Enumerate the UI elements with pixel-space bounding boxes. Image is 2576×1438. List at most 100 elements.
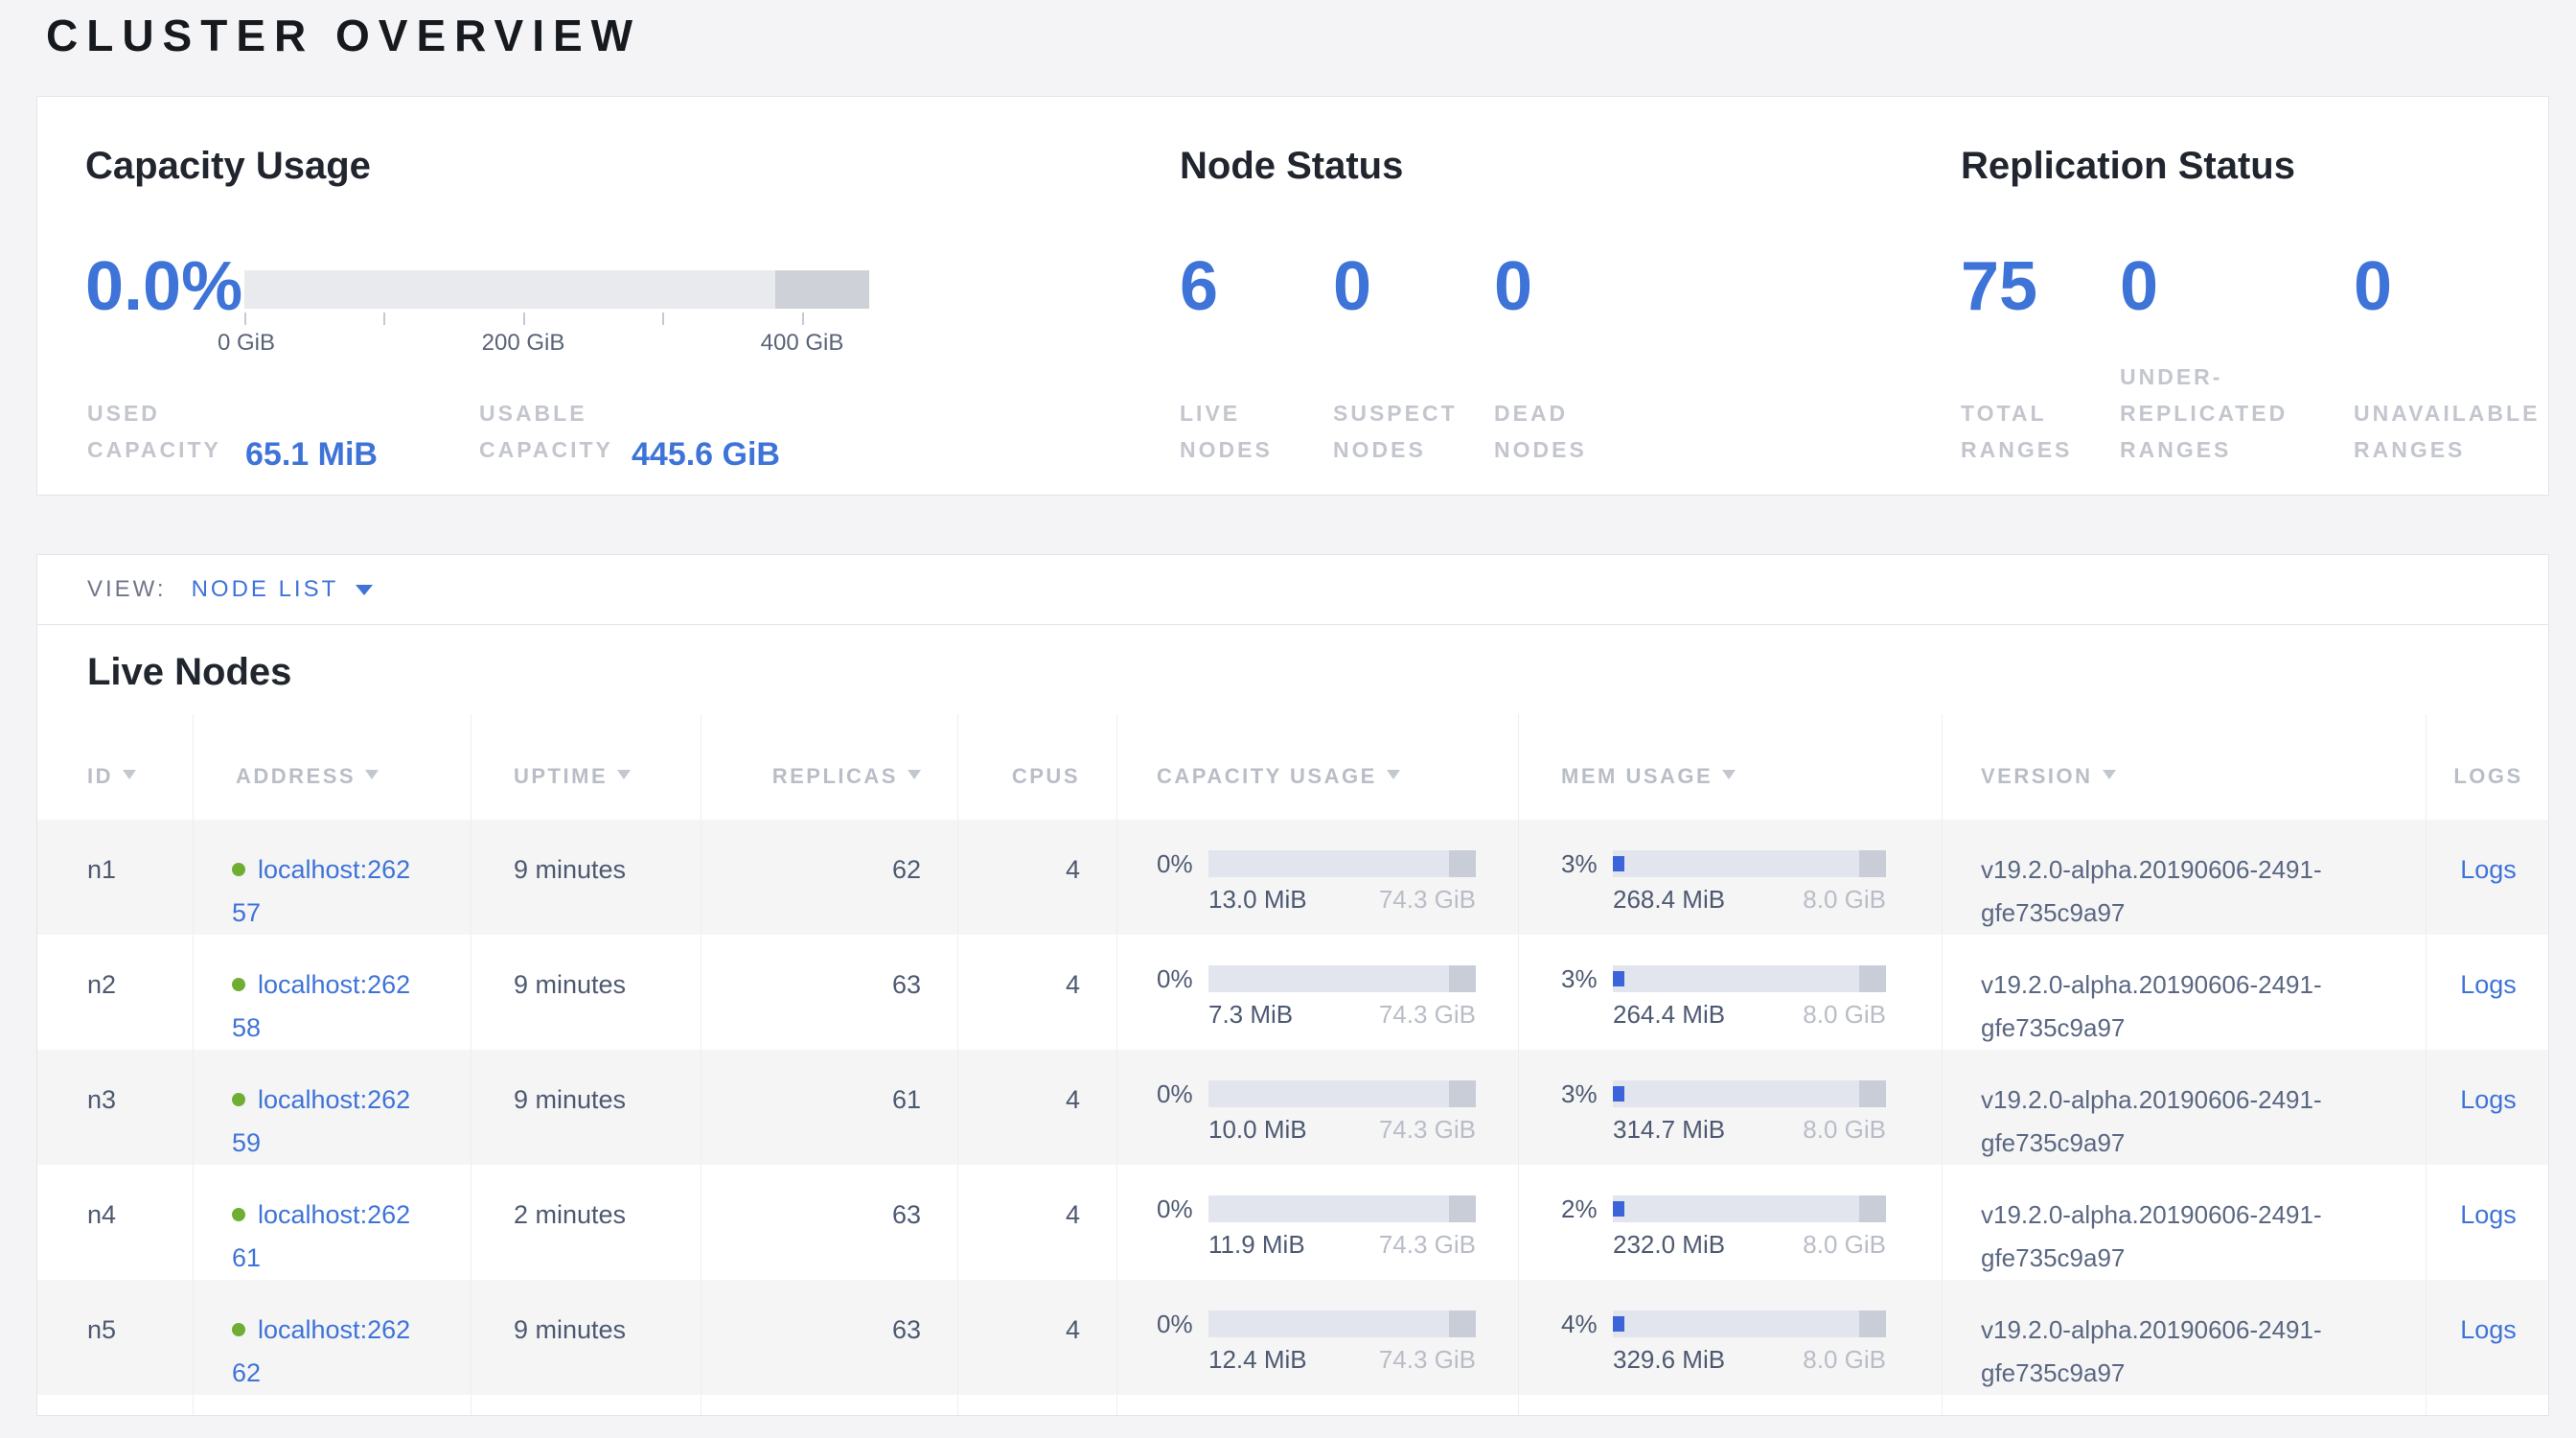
live-status-dot-icon bbox=[232, 1208, 245, 1221]
view-dropdown[interactable]: NODE LIST bbox=[192, 576, 374, 603]
column-header-id[interactable]: ID bbox=[37, 714, 193, 820]
replicas-cell: 61 bbox=[701, 1050, 957, 1165]
node-address-link[interactable]: localhost:26259 bbox=[232, 1085, 410, 1157]
capacity-usage-panel: Capacity Usage 0.0% 0 GiB 200 GiB 400 Gi… bbox=[85, 97, 1130, 495]
mem-usage-cell: 3% 264.4 MiB 8.0 GiB bbox=[1518, 935, 1942, 1050]
version-cell: v19.2.0-alpha.20190606-2491-gfe735c9a97 bbox=[1942, 1050, 2426, 1165]
mem-usage-fill bbox=[1613, 1086, 1624, 1102]
node-id-cell: n5 bbox=[37, 1280, 193, 1395]
capacity-usage-meter: 0%13.0 MiB74.3 GiB bbox=[1157, 850, 1476, 914]
total-ranges-count: 75 bbox=[1961, 250, 2037, 323]
version-value: v19.2.0-alpha.20190606-2491-gfe735c9a97 bbox=[1981, 1200, 2322, 1272]
node-status-title: Node Status bbox=[1180, 145, 1403, 187]
unavailable-ranges-count: 0 bbox=[2354, 250, 2392, 323]
usable-capacity-value: 445.6 GiB bbox=[632, 436, 780, 474]
logs-link[interactable]: Logs bbox=[2460, 1200, 2517, 1229]
uptime-cell: 9 minutes bbox=[471, 1280, 701, 1395]
node-address-link[interactable]: localhost:26258 bbox=[232, 970, 410, 1042]
node-id-cell: n4 bbox=[37, 1165, 193, 1280]
mem-usage-fill bbox=[1613, 971, 1624, 986]
mem-usage-total-value: 8.0 GiB bbox=[1803, 1000, 1886, 1029]
mem-usage-percent: 3% bbox=[1561, 965, 1605, 992]
capacity-usage-meter: 0%12.4 MiB74.3 GiB bbox=[1157, 1310, 1476, 1374]
table-row-partial bbox=[37, 1395, 2548, 1416]
mem-usage-used-value: 329.6 MiB bbox=[1613, 1345, 1725, 1374]
logs-link[interactable]: Logs bbox=[2460, 855, 2517, 884]
uptime-cell: 9 minutes bbox=[471, 1050, 701, 1165]
mem-usage-total-value: 8.0 GiB bbox=[1803, 1230, 1886, 1259]
live-nodes-table: ID ADDRESS UPTIME REPLICAS CPUS CAPACITY… bbox=[37, 714, 2548, 1416]
logs-cell: Logs bbox=[2426, 820, 2549, 935]
column-header-mem-usage[interactable]: MEM USAGE bbox=[1518, 714, 1942, 820]
logs-link[interactable]: Logs bbox=[2460, 1315, 2517, 1344]
node-id: n5 bbox=[87, 1315, 116, 1344]
replicas-value: 63 bbox=[892, 970, 921, 999]
node-address-cell: localhost:26259 bbox=[193, 1050, 471, 1165]
mem-usage-meter: 3%314.7 MiB8.0 GiB bbox=[1561, 1080, 1886, 1144]
mem-usage-used-value: 232.0 MiB bbox=[1613, 1230, 1725, 1259]
cluster-overview-page: CLUSTER OVERVIEW Capacity Usage 0.0% 0 G… bbox=[0, 0, 2576, 1438]
capacity-percent: 0.0% bbox=[85, 250, 242, 323]
capacity-usage-used-value: 11.9 MiB bbox=[1208, 1230, 1305, 1259]
uptime-value: 9 minutes bbox=[514, 1085, 626, 1114]
mem-usage-used-value: 264.4 MiB bbox=[1613, 1000, 1725, 1029]
cpus-value: 4 bbox=[1066, 1085, 1080, 1114]
column-header-replicas[interactable]: REPLICAS bbox=[701, 714, 957, 820]
logs-link[interactable]: Logs bbox=[2460, 970, 2517, 999]
version-value: v19.2.0-alpha.20190606-2491-gfe735c9a97 bbox=[1981, 1315, 2322, 1387]
mem-usage-used-value: 314.7 MiB bbox=[1613, 1115, 1725, 1144]
capacity-usage-percent: 0% bbox=[1157, 1195, 1201, 1222]
tick-label-0gib: 0 GiB bbox=[218, 330, 275, 357]
mem-usage-reserved-segment bbox=[1859, 965, 1886, 992]
column-header-uptime[interactable]: UPTIME bbox=[471, 714, 701, 820]
replicas-cell: 63 bbox=[701, 1280, 957, 1395]
node-id: n4 bbox=[87, 1200, 116, 1229]
logs-link[interactable]: Logs bbox=[2460, 1085, 2517, 1114]
cpus-cell: 4 bbox=[957, 1165, 1116, 1280]
uptime-value: 9 minutes bbox=[514, 1315, 626, 1344]
uptime-cell: 9 minutes bbox=[471, 820, 701, 935]
capacity-usage-used-value: 13.0 MiB bbox=[1208, 885, 1307, 914]
cpus-value: 4 bbox=[1066, 1315, 1080, 1344]
capacity-usage-used-value: 10.0 MiB bbox=[1208, 1115, 1307, 1144]
capacity-usage-reserved-segment bbox=[1449, 850, 1476, 877]
uptime-value: 9 minutes bbox=[514, 970, 626, 999]
column-header-address[interactable]: ADDRESS bbox=[193, 714, 471, 820]
capacity-usage-meter: 0%11.9 MiB74.3 GiB bbox=[1157, 1195, 1476, 1259]
mem-usage-bar bbox=[1613, 965, 1886, 992]
mem-usage-total-value: 8.0 GiB bbox=[1803, 885, 1886, 914]
node-address-link[interactable]: localhost:26257 bbox=[232, 855, 410, 927]
replicas-value: 63 bbox=[892, 1315, 921, 1344]
column-header-version[interactable]: VERSION bbox=[1942, 714, 2426, 820]
usable-capacity-label: USABLE CAPACITY bbox=[479, 395, 613, 468]
cpus-cell: 4 bbox=[957, 935, 1116, 1050]
suspect-nodes-label: SUSPECT NODES bbox=[1333, 395, 1458, 468]
dead-nodes-label: DEAD NODES bbox=[1494, 395, 1587, 468]
mem-usage-meter: 2% 232.0 MiB 8.0 GiB bbox=[1561, 1195, 1886, 1259]
table-row: n1localhost:262579 minutes6240%13.0 MiB7… bbox=[37, 820, 2548, 935]
view-label: VIEW: bbox=[87, 576, 167, 603]
capacity-usage-percent: 0% bbox=[1157, 1310, 1201, 1337]
node-id-cell: n1 bbox=[37, 820, 193, 935]
capacity-usage-total-value: 74.3 GiB bbox=[1379, 1115, 1476, 1144]
node-address-link[interactable]: localhost:26261 bbox=[232, 1200, 410, 1272]
capacity-usage-title: Capacity Usage bbox=[85, 145, 371, 187]
uptime-cell: 9 minutes bbox=[471, 935, 701, 1050]
live-status-dot-icon bbox=[232, 978, 245, 991]
capacity-usage-percent: 0% bbox=[1157, 965, 1201, 992]
sort-arrow-icon bbox=[1387, 770, 1400, 779]
version-cell: v19.2.0-alpha.20190606-2491-gfe735c9a97 bbox=[1942, 1280, 2426, 1395]
mem-usage-fill bbox=[1613, 1201, 1624, 1217]
total-ranges-label: TOTAL RANGES bbox=[1961, 395, 2072, 468]
cpus-cell: 4 bbox=[957, 820, 1116, 935]
used-capacity-value: 65.1 MiB bbox=[245, 436, 378, 474]
unavailable-ranges-label: UNAVAILABLE RANGES bbox=[2354, 395, 2540, 468]
column-header-capacity-usage[interactable]: CAPACITY USAGE bbox=[1116, 714, 1518, 820]
mem-usage-fill bbox=[1613, 856, 1624, 871]
sort-arrow-icon bbox=[2103, 770, 2116, 779]
mem-usage-percent: 2% bbox=[1561, 1195, 1605, 1222]
logs-cell: Logs bbox=[2426, 1165, 2549, 1280]
capacity-usage-bar bbox=[1208, 965, 1476, 992]
node-address-link[interactable]: localhost:26262 bbox=[232, 1315, 410, 1387]
node-address-cell: localhost:26257 bbox=[193, 820, 471, 935]
